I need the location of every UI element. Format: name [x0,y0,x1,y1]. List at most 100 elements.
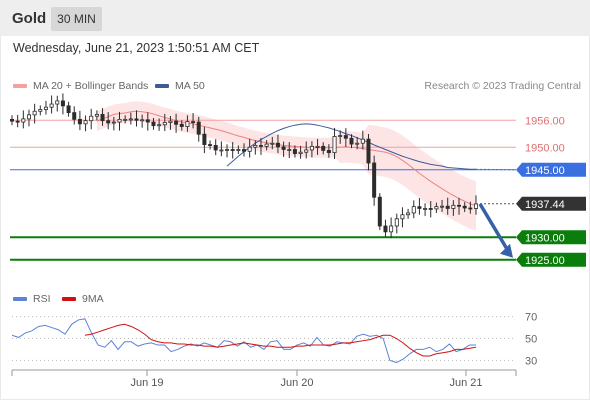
candle-bull [338,135,343,137]
candle-bull [309,145,314,151]
rsi-tick-label: 50 [525,334,537,346]
level-label-support: 1925.00 [525,255,565,267]
candle-bear [208,144,213,146]
candle-bear [343,135,348,139]
candle-bear [134,118,139,121]
candle-bull [55,100,60,105]
x-tick-label: Jun 19 [130,377,163,389]
candle-bull [400,214,405,220]
x-tick-label: Jun 21 [449,377,482,389]
candle-bull [185,121,190,127]
candle-bear [326,149,331,154]
candle-bear [106,120,111,124]
candle-bear [457,204,462,207]
candle-bull [117,118,122,123]
candle-bull [49,103,54,108]
candle-bear [196,121,201,135]
candle-bull [26,114,31,120]
candle-bull [315,145,320,148]
candle-bear [321,145,326,151]
rsi-line [11,318,476,364]
candle-bull [298,151,303,154]
candle-bear [417,206,422,209]
candle-bull [355,142,360,145]
candle-bull [434,206,439,210]
candle-bear [72,112,77,120]
candle-bear [366,138,371,164]
candle-bull [225,149,230,151]
last-price-label: 1937.44 [525,199,565,211]
level-label-resistance: 1956.00 [525,115,565,127]
candle-bear [468,207,473,210]
rsi-ma-line [84,323,477,357]
candle-bull [94,114,99,117]
candle-bull [253,145,258,148]
candle-bull [43,106,48,110]
candle-bull [123,118,128,121]
candle-bull [287,149,292,151]
candle-bear [349,137,354,145]
candle-bear [230,149,235,151]
candle-bull [38,109,43,112]
candle-bull [111,121,116,124]
rsi-panel: 70 50 30 [11,312,537,367]
candle-bear [9,118,14,122]
candle-bear [462,205,467,209]
candle-bear [241,149,246,152]
candle-bull [157,124,162,127]
candle-bear [383,225,388,233]
candle-bull [270,142,275,145]
candle-bull [389,225,394,233]
level-label-support: 1930.00 [525,232,565,244]
price-tags: 1956.00 1950.00 1945.00 1930.00 1925.00 1937.… [478,115,586,267]
candle-bear [377,196,382,227]
forecast-arrow-shaft [478,203,510,252]
rsi-tick-label: 30 [525,355,537,367]
candle-bear [445,205,450,209]
candle-bull [32,110,37,116]
candle-bull [304,149,309,153]
candle-bear [145,119,150,123]
candle-bear [77,118,82,125]
candle-bull [394,218,399,227]
candle-bear [275,142,280,148]
candle-bear [15,120,20,123]
candle-bull [140,119,145,122]
candle-bear [151,121,156,127]
candle-bear [258,145,263,147]
price-chart[interactable]: 1956.00 1950.00 1945.00 1930.00 1925.00 1937.… [0,0,590,400]
level-label-pivot: 1945.00 [525,165,565,177]
candle-bull [360,138,365,144]
candle-bull [473,203,478,209]
candle-bear [66,105,71,113]
candle-bull [411,206,416,214]
candle-bull [451,204,456,209]
level-label-resistance: 1950.00 [525,142,565,154]
candle-bull [168,120,173,123]
candle-bear [372,162,377,198]
candle-bull [128,118,133,121]
candle-bull [247,146,252,152]
rsi-tick-label: 70 [525,312,537,324]
candle-bull [219,149,224,152]
candle-bull [423,208,428,210]
candle-bear [292,149,297,154]
candle-bear [202,133,207,145]
candle-bear [100,114,105,122]
candle-bear [428,208,433,210]
candle-bull [440,205,445,208]
candle-bull [21,118,26,123]
candle-bull [89,115,94,122]
candle-bear [179,123,184,127]
candle-bear [281,146,286,150]
candle-bear [213,145,218,151]
candle-bear [191,121,196,123]
candle-bull [83,120,88,125]
x-tick-label: Jun 20 [280,377,313,389]
time-axis: Jun 19 Jun 20 Jun 21 [11,369,517,389]
candle-bull [332,136,337,154]
candle-bull [162,122,167,126]
candle-bear [174,120,179,125]
candle-bear [60,100,65,107]
candle-bull [264,143,269,147]
